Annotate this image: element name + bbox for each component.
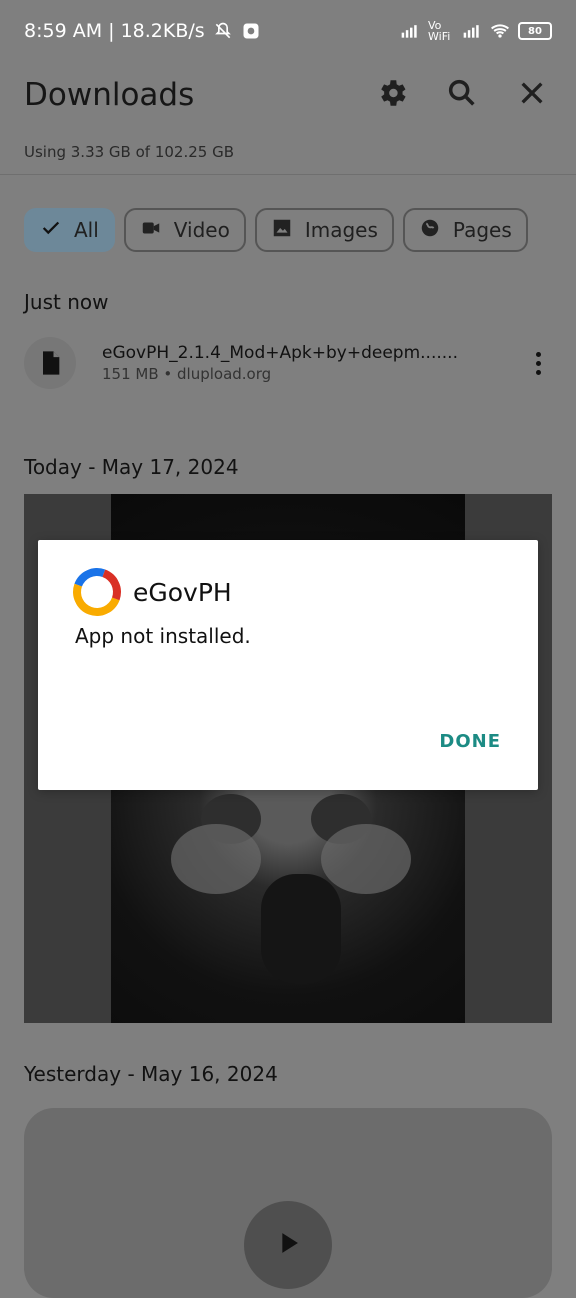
video-thumbnail-card[interactable] — [24, 1108, 552, 1298]
check-icon — [40, 217, 62, 244]
section-today: Today - May 17, 2024 — [24, 455, 239, 479]
done-button[interactable]: DONE — [439, 731, 501, 752]
wifi-icon — [490, 21, 510, 41]
more-vert-icon — [535, 360, 541, 366]
chip-label: Images — [304, 218, 378, 242]
search-icon — [445, 76, 479, 114]
search-button[interactable] — [442, 75, 482, 115]
globe-icon — [419, 217, 441, 244]
more-options-button[interactable] — [524, 343, 552, 383]
topbar: Downloads — [0, 62, 576, 127]
app-notification-icon — [241, 21, 261, 41]
dialog-header: eGovPH — [65, 560, 232, 624]
chip-pages[interactable]: Pages — [402, 208, 528, 252]
image-icon — [271, 217, 293, 244]
file-name: eGovPH_2.1.4_Mod+Apk+by+deepm....... — [102, 343, 458, 363]
section-just-now: Just now — [24, 290, 109, 314]
thumbnail-shape — [321, 824, 411, 894]
storage-usage-text: Using 3.33 GB of 102.25 GB — [24, 143, 234, 161]
app-icon — [65, 560, 129, 624]
chip-label: Pages — [452, 218, 512, 242]
status-bar: 8:59 AM | 18.2KB/s Vo WiFi 80 — [0, 0, 576, 62]
chip-video[interactable]: Video — [123, 208, 246, 252]
status-time-speed: 8:59 AM | 18.2KB/s — [24, 20, 205, 42]
dialog-message: App not installed. — [75, 624, 251, 648]
play-icon — [271, 1226, 305, 1264]
section-yesterday: Yesterday - May 16, 2024 — [24, 1062, 278, 1086]
dialog-app-name: eGovPH — [133, 577, 232, 607]
chip-images[interactable]: Images — [254, 208, 394, 252]
file-meta: 151 MB • dlupload.org — [102, 365, 272, 383]
filter-chips: All Video Images Pages — [24, 208, 528, 252]
signal-icon-2 — [462, 21, 482, 41]
more-vert-icon — [535, 369, 541, 375]
bell-off-icon — [213, 21, 233, 41]
more-vert-icon — [535, 351, 541, 357]
chip-label: Video — [173, 218, 230, 242]
signal-icon — [400, 21, 420, 41]
play-button[interactable] — [244, 1201, 332, 1289]
gear-icon — [375, 76, 409, 114]
chip-label: All — [74, 218, 99, 242]
page-title: Downloads — [24, 76, 195, 113]
status-right: Vo WiFi 80 — [400, 20, 552, 42]
install-dialog: eGovPH App not installed. DONE — [38, 540, 538, 790]
top-actions — [372, 75, 552, 115]
wifi-calling-label: Vo WiFi — [428, 19, 451, 43]
divider — [0, 174, 576, 175]
chip-all[interactable]: All — [24, 208, 115, 252]
file-icon — [24, 337, 76, 389]
video-camera-icon — [140, 217, 162, 244]
close-button[interactable] — [512, 75, 552, 115]
battery-indicator: 80 — [518, 22, 552, 40]
thumbnail-shape — [171, 824, 261, 894]
close-icon — [516, 77, 548, 113]
file-info: eGovPH_2.1.4_Mod+Apk+by+deepm....... 151… — [102, 343, 502, 383]
download-item[interactable]: eGovPH_2.1.4_Mod+Apk+by+deepm....... 151… — [24, 333, 552, 393]
settings-button[interactable] — [372, 75, 412, 115]
thumbnail-shape — [261, 874, 341, 984]
status-left: 8:59 AM | 18.2KB/s — [24, 20, 261, 42]
